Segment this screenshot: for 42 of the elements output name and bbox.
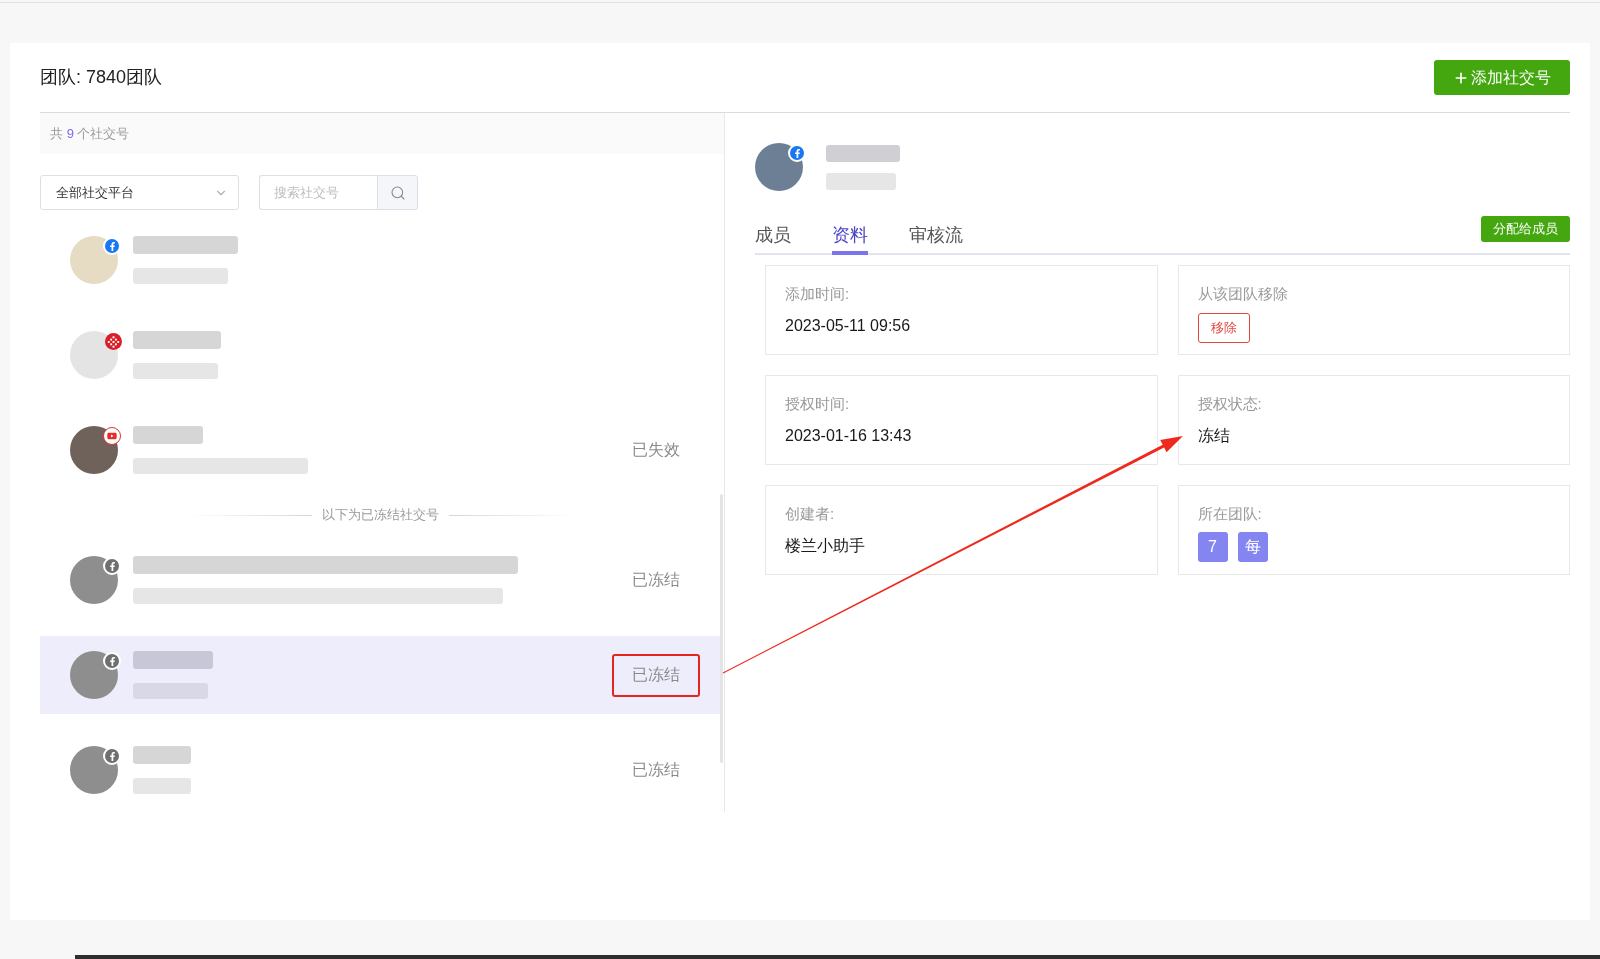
blurred-name-placeholder: [133, 426, 203, 444]
search-button[interactable]: [377, 175, 418, 210]
platform-dropdown[interactable]: 全部社交平台: [40, 175, 239, 210]
tab[interactable]: 成员: [755, 222, 791, 255]
status-label: 已失效: [632, 440, 680, 460]
field-value: 楼兰小助手: [785, 536, 866, 556]
field-value: 2023-05-11 09:56: [785, 316, 912, 336]
field-label: 授权时间:: [785, 394, 851, 414]
field-value: 2023-01-16 13:43: [785, 426, 913, 446]
team-title: 团队: 7840团队: [40, 66, 163, 89]
account-count: 共 9 个社交号: [50, 124, 130, 143]
facebook-badge-icon: [788, 144, 806, 162]
facebook-badge-icon: [103, 237, 121, 255]
search-field[interactable]: 搜索社交号: [259, 175, 377, 210]
status-label: 已冻结: [632, 665, 680, 685]
remove-button[interactable]: 移除: [1197, 313, 1250, 343]
field-label: 所在团队:: [1197, 504, 1263, 524]
section-divider-label: 以下为已冻结社交号: [321, 506, 439, 525]
selected-account-row[interactable]: 已冻结: [40, 636, 720, 714]
dotted-badge-icon: [105, 333, 122, 350]
field-label: 添加时间:: [785, 284, 851, 304]
field-label: 创建者:: [785, 504, 836, 524]
team-tag: 7: [1197, 532, 1228, 562]
add-account-button[interactable]: 添加社交号: [1434, 60, 1570, 95]
facebook-badge-icon: [103, 747, 121, 765]
status-label: 已冻结: [632, 760, 680, 780]
play-badge-icon: [103, 427, 121, 445]
field-label: 授权状态:: [1197, 394, 1263, 414]
blurred-handle-placeholder: [133, 778, 191, 794]
blurred-name-placeholder: [133, 746, 191, 764]
tab[interactable]: 资料: [832, 222, 868, 255]
search-icon: [389, 184, 406, 201]
tab[interactable]: 审核流: [909, 222, 963, 255]
field-value: 冻结: [1197, 426, 1231, 446]
facebook-badge-icon: [103, 557, 121, 575]
status-label: 已冻结: [632, 570, 680, 590]
field-label: 从该团队移除: [1197, 284, 1289, 304]
blurred-handle-placeholder: [826, 172, 896, 190]
facebook-badge-icon: [103, 652, 121, 670]
assign-member-button[interactable]: 分配给成员: [1481, 216, 1570, 242]
avatar-placeholder: [755, 143, 803, 191]
team-tag: 每: [1237, 532, 1268, 562]
